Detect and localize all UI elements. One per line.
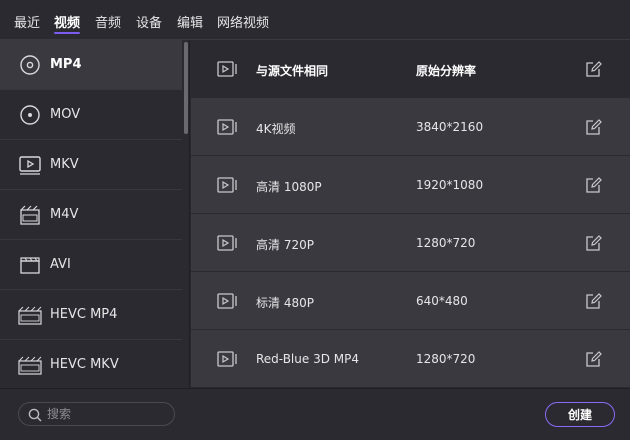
tab-video[interactable]: 视频 xyxy=(54,12,80,31)
search-box[interactable] xyxy=(18,402,175,426)
tab-web-video[interactable]: 网络视频 xyxy=(217,12,269,31)
sidebar-item-label: MKV xyxy=(50,157,79,172)
m4v-file-icon xyxy=(20,205,40,225)
preset-row-4k[interactable]: 4K视频 3840*2160 xyxy=(191,98,630,156)
edit-icon[interactable] xyxy=(584,60,602,78)
active-tab-indicator xyxy=(54,32,80,34)
format-sidebar: MP4 MOV MKV M4V AVI HEVC MP4 HEVC MKV xyxy=(0,40,190,388)
preset-resolution: 1920*1080 xyxy=(416,178,484,192)
sidebar-scrollbar[interactable] xyxy=(184,42,188,134)
edit-icon[interactable] xyxy=(584,292,602,310)
video-icon xyxy=(217,293,237,309)
preset-row-480p[interactable]: 标清 480P 640*480 xyxy=(191,272,630,330)
disc-icon xyxy=(20,105,40,125)
search-input[interactable] xyxy=(47,405,167,423)
sidebar-item-label: MP4 xyxy=(50,57,82,72)
sidebar-item-mp4[interactable]: MP4 xyxy=(0,40,182,90)
category-tabs: 最近 视频 音频 设备 编辑 网络视频 xyxy=(0,0,630,40)
disc-icon xyxy=(20,55,40,75)
sidebar-item-m4v[interactable]: M4V xyxy=(0,190,182,240)
tab-device[interactable]: 设备 xyxy=(136,12,162,31)
clapper-icon xyxy=(20,257,40,274)
create-button[interactable]: 创建 xyxy=(545,402,615,427)
preset-resolution: 1280*720 xyxy=(416,236,476,250)
preset-row-720p[interactable]: 高清 720P 1280*720 xyxy=(191,214,630,272)
preset-row-same-as-source[interactable]: 与源文件相同 原始分辨率 xyxy=(191,40,630,98)
video-icon xyxy=(217,61,237,77)
tab-audio[interactable]: 音频 xyxy=(95,12,121,31)
sidebar-item-hevc-mp4[interactable]: HEVC MP4 xyxy=(0,290,182,340)
sidebar-item-avi[interactable]: AVI xyxy=(0,240,182,290)
preset-name: 高清 1080P xyxy=(256,180,322,194)
video-icon xyxy=(217,351,237,367)
sidebar-item-label: M4V xyxy=(50,207,79,222)
preset-name: Red-Blue 3D MP4 xyxy=(256,352,359,366)
preset-resolution: 1280*720 xyxy=(416,352,476,366)
preset-resolution: 640*480 xyxy=(416,294,468,308)
sidebar-item-mov[interactable]: MOV xyxy=(0,90,182,140)
video-icon xyxy=(217,119,237,135)
preset-name: 高清 720P xyxy=(256,238,314,252)
sidebar-item-mkv[interactable]: MKV xyxy=(0,140,182,190)
preset-name: 与源文件相同 xyxy=(256,64,329,78)
video-icon xyxy=(217,235,237,251)
sidebar-item-label: HEVC MP4 xyxy=(50,307,118,322)
preset-resolution: 3840*2160 xyxy=(416,120,484,134)
preset-row-red-blue-3d[interactable]: Red-Blue 3D MP4 1280*720 xyxy=(191,330,630,388)
preset-name: 4K视频 xyxy=(256,122,296,136)
edit-icon[interactable] xyxy=(584,234,602,252)
preset-name: 标清 480P xyxy=(256,296,314,310)
preset-row-1080p[interactable]: 高清 1080P 1920*1080 xyxy=(191,156,630,214)
sidebar-item-label: AVI xyxy=(50,257,71,272)
video-file-icon xyxy=(19,156,41,175)
preset-resolution: 原始分辨率 xyxy=(416,64,477,78)
edit-icon[interactable] xyxy=(584,176,602,194)
sidebar-item-label: MOV xyxy=(50,107,81,122)
sidebar-item-hevc-mkv[interactable]: HEVC MKV xyxy=(0,340,182,388)
hevc-icon xyxy=(18,306,42,325)
edit-icon[interactable] xyxy=(584,118,602,136)
search-icon xyxy=(28,408,42,422)
sidebar-item-label: HEVC MKV xyxy=(50,357,119,372)
tab-edit[interactable]: 编辑 xyxy=(177,12,203,31)
video-icon xyxy=(217,177,237,193)
footer-bar: 创建 xyxy=(0,388,630,440)
tab-recent[interactable]: 最近 xyxy=(14,12,40,31)
hevc-icon xyxy=(18,356,42,375)
edit-icon[interactable] xyxy=(584,350,602,368)
preset-list: 与源文件相同 原始分辨率 4K视频 3840*2160 高清 1080P 192… xyxy=(191,40,630,388)
